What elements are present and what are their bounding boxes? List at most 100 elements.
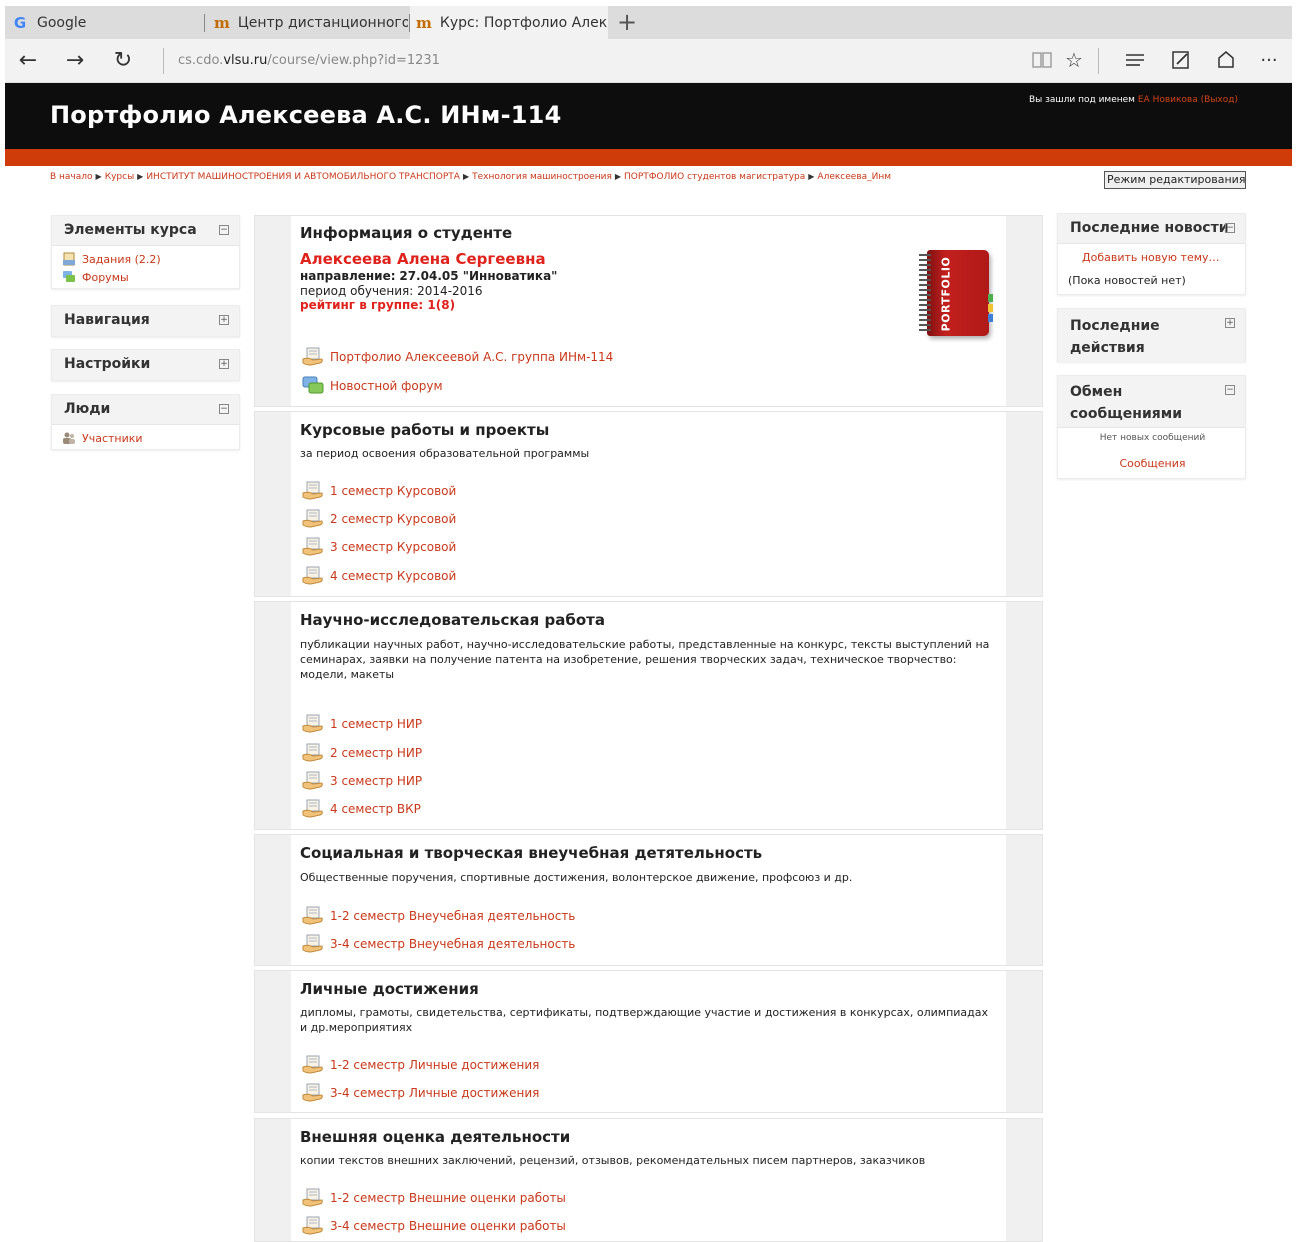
section-title: Социальная и творческая внеучебная детят… xyxy=(300,844,763,862)
share-icon[interactable] xyxy=(1213,47,1239,73)
participants-link[interactable]: Участники xyxy=(62,429,229,447)
tab-divider xyxy=(204,14,205,32)
activity-link[interactable]: 4 семестр Курсовой xyxy=(302,565,456,587)
forward-arrow-icon[interactable]: → xyxy=(60,45,90,75)
block-title: Люди xyxy=(64,401,111,417)
activity-link[interactable]: 1 семестр НИР xyxy=(302,713,422,735)
assignment-icon xyxy=(62,252,76,266)
expand-icon[interactable]: + xyxy=(219,315,229,325)
new-tab-icon[interactable]: + xyxy=(617,8,637,36)
activity-link[interactable]: 1-2 семестр Внешние оценки работы xyxy=(302,1187,566,1209)
block-settings: Настройки + xyxy=(51,349,240,381)
collapse-icon[interactable]: − xyxy=(219,404,229,414)
more-icon[interactable]: ··· xyxy=(1256,47,1282,73)
reading-view-icon[interactable] xyxy=(1029,47,1055,73)
block-title: Последние новости xyxy=(1070,220,1229,236)
no-news-text: (Пока новостей нет) xyxy=(1068,274,1186,287)
section-external-evaluation: Внешняя оценка деятельности копии тексто… xyxy=(254,1118,1043,1242)
section-description: Общественные поручения, спортивные дости… xyxy=(300,871,853,884)
activity-link[interactable]: 3-4 семестр Личные достижения xyxy=(302,1082,539,1104)
url-input[interactable]: cs.cdo.vlsu.ru/course/view.php?id=1231 xyxy=(178,53,440,68)
breadcrumb-home[interactable]: В начало xyxy=(50,172,93,182)
moodle-icon: m xyxy=(214,13,230,32)
activity-link[interactable]: 3-4 семестр Внешние оценки работы xyxy=(302,1215,566,1237)
period-line: период обучения: 2014-2016 xyxy=(300,284,483,298)
block-messages: Обмен сообщениями − Нет новых сообщений … xyxy=(1057,375,1246,479)
section-student-info: Информация о студенте Алексеева Алена Се… xyxy=(254,215,1043,407)
activity-link[interactable]: 1 семестр Курсовой xyxy=(302,480,456,502)
assignment-icon xyxy=(302,566,324,586)
assignment-icon xyxy=(302,906,324,926)
assignment-icon xyxy=(302,934,324,954)
news-forum-link[interactable]: Новостной форум xyxy=(302,375,443,397)
activity-link[interactable]: 4 семестр ВКР xyxy=(302,798,421,820)
block-title: Настройки xyxy=(64,356,151,372)
assignment-icon xyxy=(302,771,324,791)
breadcrumb-arrow-icon: ▶ xyxy=(808,172,815,181)
student-name: Алексеева Алена Сергеевна xyxy=(300,250,546,268)
add-topic-link[interactable]: Добавить новую тему… xyxy=(1082,251,1220,264)
expand-icon[interactable]: + xyxy=(219,359,229,369)
logout-link[interactable]: (Выход) xyxy=(1201,95,1238,105)
block-title: Последние xyxy=(1070,318,1160,334)
assignment-icon xyxy=(302,1216,324,1236)
assignment-icon xyxy=(302,1188,324,1208)
breadcrumb-arrow-icon: ▶ xyxy=(614,172,622,181)
user-link[interactable]: ЕА Новикова xyxy=(1138,95,1198,105)
activity-link[interactable]: 2 семестр Курсовой xyxy=(302,508,456,530)
activity-link[interactable]: 1-2 семестр Внеучебная деятельность xyxy=(302,905,575,927)
assignments-link[interactable]: Задания (2.2) xyxy=(62,250,229,268)
book-label: PORTFOLIO xyxy=(939,256,953,332)
breadcrumb-arrow-icon: ▶ xyxy=(462,172,470,181)
favorite-star-icon[interactable]: ☆ xyxy=(1061,47,1087,73)
tab-distance-center[interactable]: m Центр дистанционного об xyxy=(208,6,408,39)
hub-icon[interactable] xyxy=(1122,47,1148,73)
activity-link[interactable]: 1-2 семестр Личные достижения xyxy=(302,1054,539,1076)
activity-link[interactable]: 3 семестр НИР xyxy=(302,770,422,792)
section-research: Научно-исследовательская работа публикац… xyxy=(254,601,1043,830)
assignment-icon xyxy=(302,481,324,501)
section-description: публикации научных работ, научно-исследо… xyxy=(300,638,990,681)
breadcrumb-current[interactable]: Алексеева_Инм xyxy=(817,172,891,182)
section-title: Курсовые работы и проекты xyxy=(300,421,550,439)
tab-course-portfolio[interactable]: m Курс: Портфолио Алек ✕ xyxy=(410,6,608,39)
assignment-icon xyxy=(302,714,324,734)
google-icon: G xyxy=(13,13,27,32)
web-note-icon[interactable] xyxy=(1168,47,1194,73)
breadcrumb-portfolio[interactable]: ПОРТФОЛИО студентов магистратура xyxy=(624,172,805,182)
site-header: Портфолио Алексеева А.С. ИНм-114 Вы зашл… xyxy=(5,83,1292,149)
section-course-work: Курсовые работы и проекты за период осво… xyxy=(254,411,1043,597)
browser-tab-bar: G Google m Центр дистанционного об m Кур… xyxy=(5,6,1292,39)
section-title: Внешняя оценка деятельности xyxy=(300,1128,571,1146)
breadcrumb-department[interactable]: Технология машиностроения xyxy=(472,172,612,182)
assignment-icon xyxy=(302,1055,324,1075)
block-navigation: Навигация + xyxy=(51,305,240,337)
breadcrumb-courses[interactable]: Курсы xyxy=(105,172,134,182)
activity-link[interactable]: 3 семестр Курсовой xyxy=(302,536,456,558)
collapse-icon[interactable]: − xyxy=(1225,385,1235,395)
forum-icon xyxy=(302,376,324,396)
section-description: копии текстов внешних заключений, реценз… xyxy=(300,1154,926,1167)
expand-icon[interactable]: + xyxy=(1225,318,1235,328)
section-title: Информация о студенте xyxy=(300,224,513,242)
activity-link[interactable]: Портфолио Алексеевой А.С. группа ИНм-114 xyxy=(302,346,613,368)
accent-band xyxy=(5,149,1292,166)
edit-mode-button[interactable]: Режим редактирования xyxy=(1104,171,1246,189)
messages-link[interactable]: Сообщения xyxy=(1058,457,1247,470)
portfolio-book-icon: PORTFOLIO xyxy=(919,250,993,338)
block-latest-news: Последние новости − Добавить новую тему…… xyxy=(1057,213,1246,295)
assignment-icon xyxy=(302,799,324,819)
forums-link[interactable]: Форумы xyxy=(62,268,229,286)
forum-icon xyxy=(62,270,76,284)
tab-google[interactable]: G Google xyxy=(5,6,203,39)
collapse-icon[interactable]: − xyxy=(219,225,229,235)
section-personal-achievements: Личные достижения дипломы, грамоты, свид… xyxy=(254,970,1043,1113)
collapse-icon[interactable]: − xyxy=(1225,223,1235,233)
refresh-icon[interactable]: ↻ xyxy=(108,45,138,75)
breadcrumb-institute[interactable]: ИНСТИТУТ МАШИНОСТРОЕНИЯ И АВТОМОБИЛЬНОГО… xyxy=(146,172,460,182)
activity-link[interactable]: 3-4 семестр Внеучебная деятельность xyxy=(302,933,575,955)
assignment-icon xyxy=(302,743,324,763)
breadcrumb: В начало ▶ Курсы ▶ ИНСТИТУТ МАШИНОСТРОЕНИЯ И… xyxy=(50,172,891,182)
activity-link[interactable]: 2 семестр НИР xyxy=(302,742,422,764)
back-arrow-icon[interactable]: ← xyxy=(13,45,43,75)
